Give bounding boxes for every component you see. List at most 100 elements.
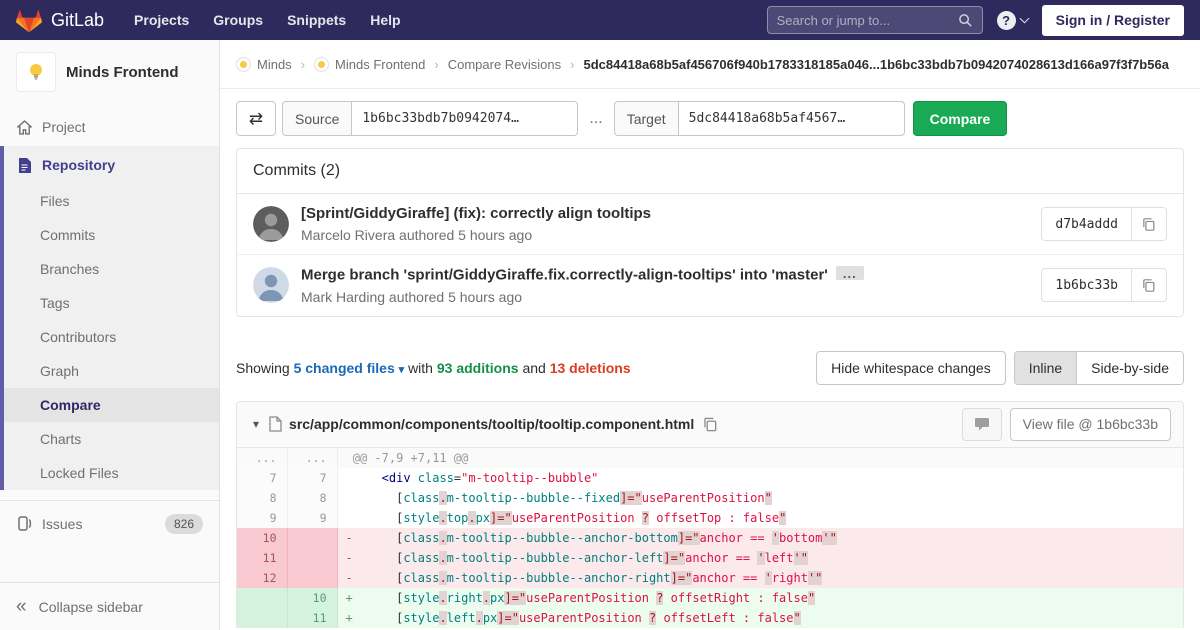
- diff-new-line-number[interactable]: 7: [287, 467, 338, 488]
- commit-row: Merge branch 'sprint/GiddyGiraffe.fix.co…: [237, 254, 1183, 316]
- project-header[interactable]: Minds Frontend: [0, 40, 219, 108]
- commit-title[interactable]: Merge branch 'sprint/GiddyGiraffe.fix.co…: [301, 267, 828, 284]
- diff-old-line-number[interactable]: [237, 607, 288, 628]
- diff-new-line-number[interactable]: 8: [287, 487, 338, 508]
- copy-sha-button[interactable]: [1131, 269, 1166, 302]
- and-label: and: [522, 359, 546, 376]
- collapse-chevrons-icon: «: [16, 596, 27, 617]
- nav-menu-groups[interactable]: Groups: [201, 0, 275, 40]
- collapse-sidebar-button[interactable]: « Collapse sidebar: [0, 582, 219, 630]
- diff-new-line-number[interactable]: [287, 527, 338, 548]
- sidebar-item-label: Issues: [42, 515, 83, 532]
- diff-new-line-number[interactable]: 11: [287, 607, 338, 628]
- collapse-file-caret-icon[interactable]: ▾: [253, 417, 259, 431]
- file-path: src/app/common/components/tooltip/toolti…: [289, 416, 695, 432]
- comment-bubble-icon: [974, 417, 990, 432]
- swap-revisions-button[interactable]: ⇄: [236, 101, 276, 136]
- commits-panel: Commits (2) [Sprint/GiddyGiraffe] (fix):…: [236, 148, 1184, 317]
- commit-title[interactable]: [Sprint/GiddyGiraffe] (fix): correctly a…: [301, 205, 651, 222]
- diff-line: 11 - [class.m-tooltip--bubble--anchor-le…: [237, 547, 1183, 568]
- breadcrumb-link[interactable]: Compare Revisions: [448, 57, 561, 72]
- nav-menu-snippets[interactable]: Snippets: [275, 0, 358, 40]
- inline-view-button[interactable]: Inline: [1014, 351, 1077, 384]
- compare-button[interactable]: Compare: [912, 101, 1008, 136]
- with-label: with: [408, 359, 433, 376]
- diff-old-line-number[interactable]: 7: [237, 467, 288, 488]
- commit-author-avatar: [253, 267, 289, 304]
- nav-menu-help[interactable]: Help: [358, 0, 412, 40]
- copy-sha-button[interactable]: [1131, 208, 1166, 240]
- diff-line: 9 9 [style.top.px]="useParentPosition ? …: [237, 507, 1183, 528]
- main-content: Minds › Minds Frontend › Compare Revisio…: [220, 0, 1200, 628]
- caret-down-icon: ▾: [398, 363, 405, 376]
- sidebar-item-issues[interactable]: Issues 826: [0, 500, 219, 546]
- diff-old-line-number[interactable]: [237, 587, 288, 608]
- diff-line-code: - [class.m-tooltip--bubble--anchor-left]…: [337, 547, 1183, 568]
- breadcrumb-link[interactable]: Minds Frontend: [314, 56, 425, 72]
- sidebar-item-project[interactable]: Project: [0, 108, 219, 146]
- diff-old-line-number[interactable]: 11: [237, 547, 288, 568]
- diff-new-line-number[interactable]: [287, 547, 338, 568]
- breadcrumb-link[interactable]: Minds: [236, 56, 292, 72]
- diff-new-line-number[interactable]: ...: [287, 447, 338, 468]
- diff-summary-bar: Showing 5 changed files ▾ with 93 additi…: [236, 350, 1184, 385]
- commit-sha-group: d7b4addd: [1041, 207, 1167, 241]
- changes-summary: Showing 5 changed files ▾ with 93 additi…: [236, 360, 631, 376]
- diff-line: ... ... @@ -7,9 +7,11 @@: [237, 447, 1183, 468]
- nav-menu-projects[interactable]: Projects: [122, 0, 201, 40]
- issues-count-badge: 826: [164, 513, 203, 534]
- commit-expander-button[interactable]: ...: [835, 266, 864, 280]
- changed-files-dropdown[interactable]: 5 changed files ▾: [294, 360, 405, 376]
- additions-count: 93 additions: [436, 359, 519, 376]
- diff-old-line-number[interactable]: 10: [237, 527, 288, 548]
- diff-old-line-number[interactable]: 9: [237, 507, 288, 528]
- diff-line-code: - [class.m-tooltip--bubble--anchor-right…: [337, 567, 1183, 588]
- file-icon: [269, 416, 282, 432]
- diff-file-header: ▾ src/app/common/components/tooltip/tool…: [237, 401, 1183, 448]
- collapse-sidebar-label: Collapse sidebar: [38, 598, 143, 615]
- sidebar-item-files[interactable]: Files: [4, 184, 219, 218]
- target-revision-input[interactable]: [677, 101, 905, 136]
- gitlab-logo[interactable]: GitLab: [16, 8, 104, 33]
- source-input-group: Source: [282, 101, 579, 136]
- issues-icon: [16, 516, 32, 531]
- diff-new-line-number[interactable]: 10: [287, 587, 338, 608]
- source-label: Source: [282, 101, 352, 136]
- diff-new-line-number[interactable]: [287, 567, 338, 588]
- diff-old-line-number[interactable]: 8: [237, 487, 288, 508]
- source-revision-input[interactable]: [351, 101, 579, 136]
- sidebar-item-compare[interactable]: Compare: [4, 388, 219, 422]
- diff-old-line-number[interactable]: 12: [237, 567, 288, 588]
- sidebar-item-commits[interactable]: Commits: [4, 218, 219, 252]
- commit-sha-group: 1b6bc33b: [1041, 268, 1167, 303]
- copy-file-path-button[interactable]: [703, 417, 718, 432]
- commit-sha[interactable]: 1b6bc33b: [1042, 269, 1131, 302]
- sidebar-item-branches[interactable]: Branches: [4, 252, 219, 286]
- sidebar-item-contributors[interactable]: Contributors: [4, 320, 219, 354]
- sidebar-item-locked-files[interactable]: Locked Files: [4, 456, 219, 490]
- diff-old-line-number[interactable]: ...: [237, 447, 288, 468]
- commit-row: [Sprint/GiddyGiraffe] (fix): correctly a…: [237, 194, 1183, 254]
- sidebar: Minds Frontend Project Repository Files …: [0, 40, 220, 630]
- sign-in-register-button[interactable]: Sign in / Register: [1041, 4, 1184, 36]
- diff-line-code: + [style.left.px]="useParentPosition ? o…: [337, 607, 1183, 628]
- toggle-comments-button[interactable]: [961, 407, 1002, 441]
- sidebar-item-charts[interactable]: Charts: [4, 422, 219, 456]
- view-file-button[interactable]: View file @ 1b6bc33b: [1009, 407, 1171, 441]
- sidebar-item-graph[interactable]: Graph: [4, 354, 219, 388]
- sidebar-item-repository[interactable]: Repository: [4, 146, 219, 184]
- search-input[interactable]: [776, 12, 958, 28]
- diff-line-code: - [class.m-tooltip--bubble--anchor-botto…: [337, 527, 1183, 548]
- showing-label: Showing: [236, 359, 290, 376]
- commit-sha[interactable]: d7b4addd: [1042, 208, 1131, 240]
- diff-line: 7 7 <div class="m-tooltip--bubble": [237, 467, 1183, 488]
- breadcrumb: Minds › Minds Frontend › Compare Revisio…: [220, 40, 1200, 89]
- document-icon: [16, 157, 32, 173]
- hide-whitespace-button[interactable]: Hide whitespace changes: [816, 350, 1006, 385]
- sidebar-item-tags[interactable]: Tags: [4, 286, 219, 320]
- side-by-side-view-button[interactable]: Side-by-side: [1076, 351, 1183, 384]
- diff-new-line-number[interactable]: 9: [287, 507, 338, 528]
- search-icon[interactable]: [958, 13, 973, 28]
- diff-line-code: [class.m-tooltip--bubble--fixed]="usePar…: [352, 490, 772, 505]
- help-dropdown[interactable]: ?: [996, 10, 1030, 30]
